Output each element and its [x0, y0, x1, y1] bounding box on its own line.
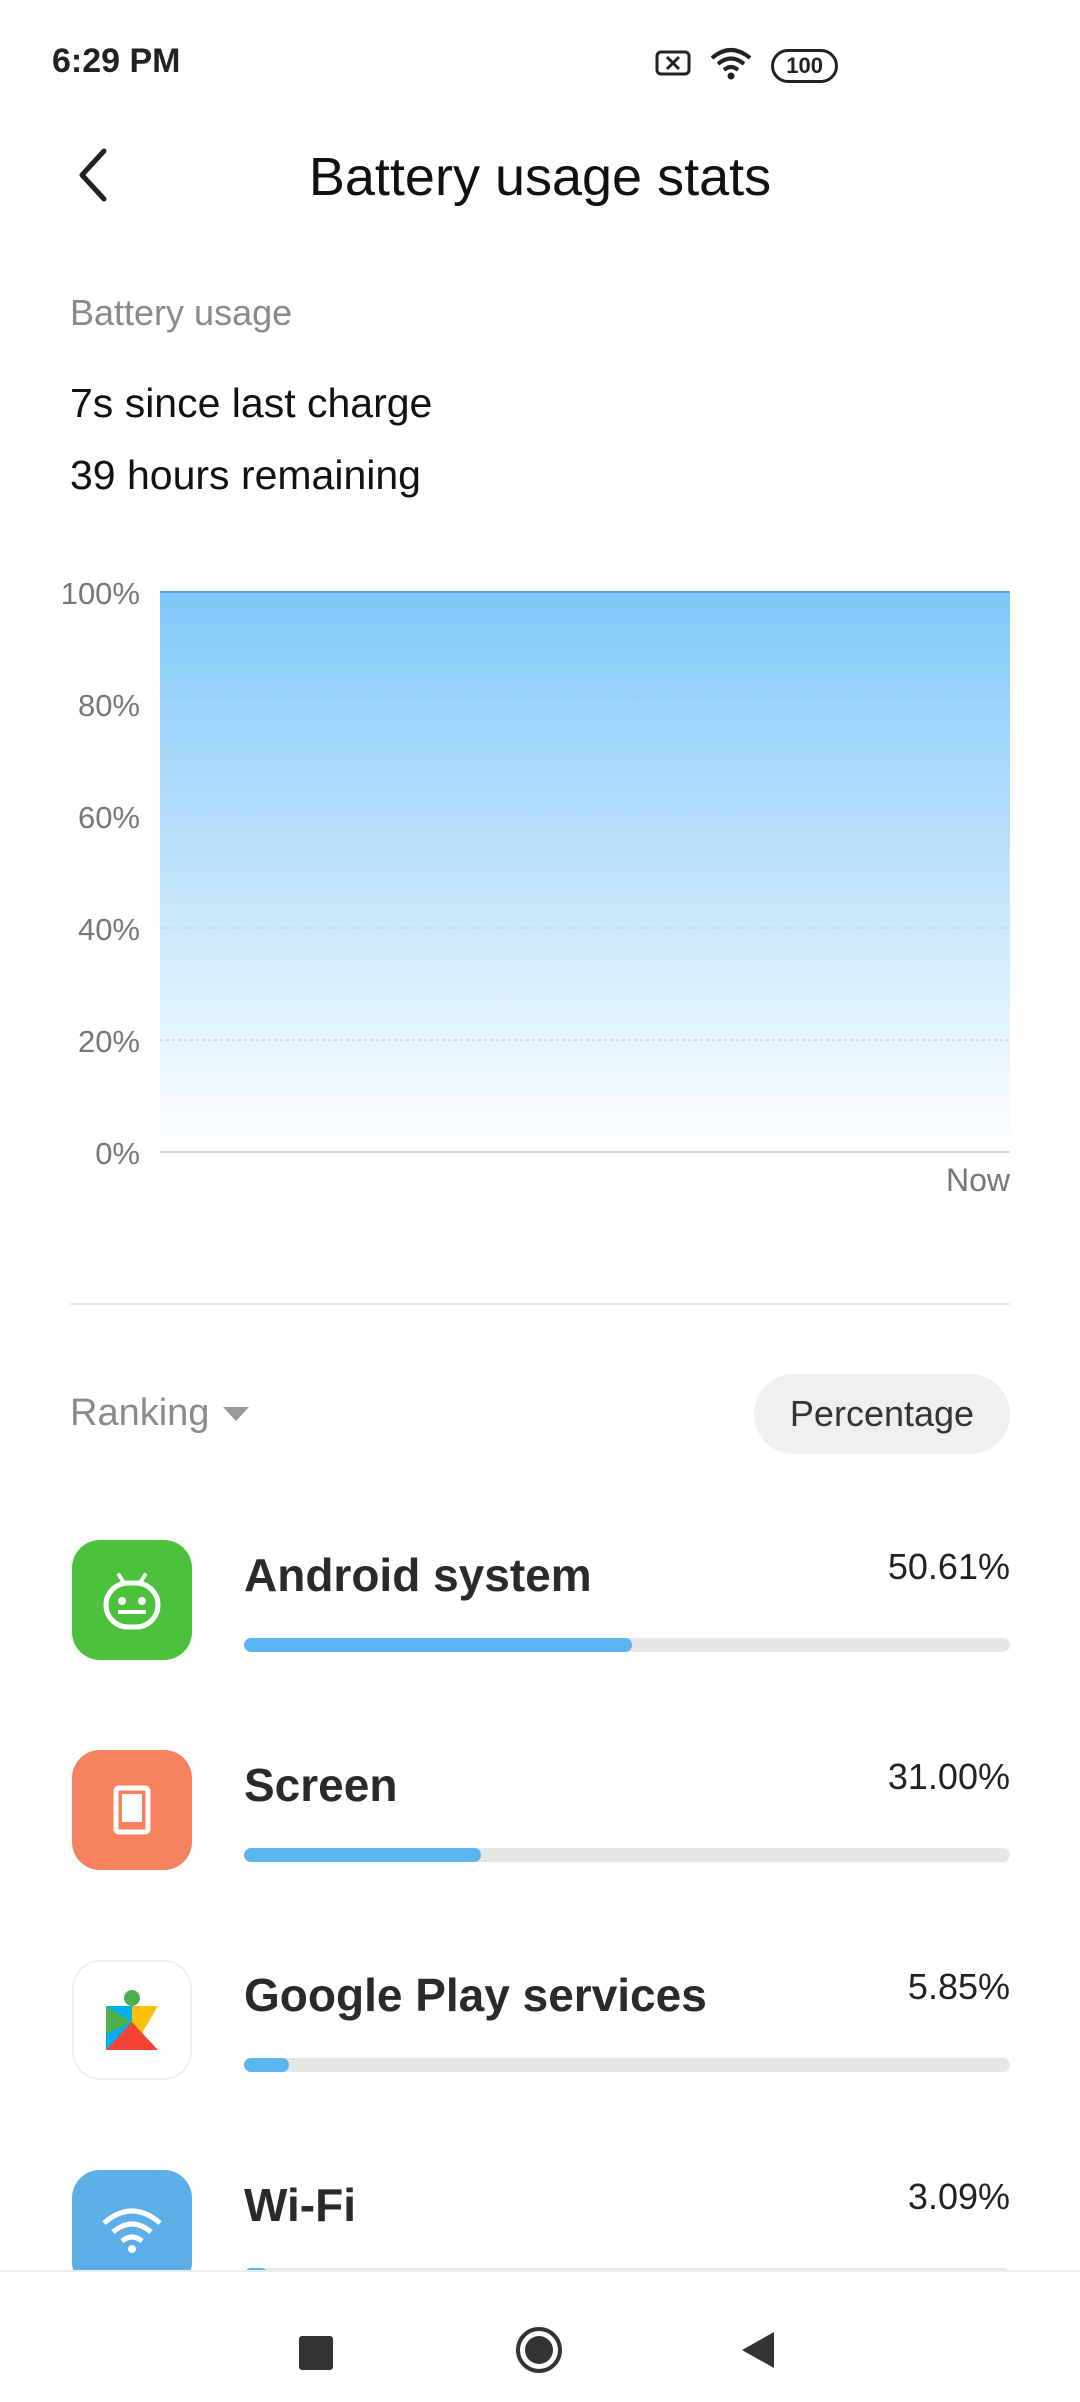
sim-blocked-icon — [655, 49, 691, 82]
battery-icon: 100 — [771, 48, 838, 83]
battery-usage-label: Battery usage — [70, 292, 293, 333]
app-percentage: 3.09% — [907, 2176, 1010, 2217]
battery-level-chart: 100% 80% 60% 40% 20% 0% — [61, 576, 1010, 1171]
chart-y-tick-label: 0% — [95, 1136, 140, 1171]
ranking-dropdown[interactable]: Ranking — [70, 1392, 250, 1435]
wifi-icon — [709, 46, 753, 85]
app-percentage: 5.85% — [907, 1966, 1010, 2007]
chart-y-tick-label: 100% — [61, 576, 140, 611]
app-percentage: 31.00% — [887, 1756, 1010, 1797]
app-name: Screen — [244, 1759, 398, 1811]
usage-bar — [244, 1848, 1010, 1862]
chart-y-tick-label: 40% — [78, 912, 140, 947]
android-icon — [72, 1540, 192, 1660]
percentage-toggle-button[interactable]: Percentage — [754, 1374, 1010, 1454]
status-icons: 100 — [655, 46, 838, 85]
usage-bar — [244, 2058, 1010, 2072]
app-row-screen[interactable]: Screen 31.00% — [0, 1750, 1080, 1910]
ranking-label: Ranking — [70, 1392, 210, 1434]
divider — [70, 1303, 1010, 1305]
app-name: Android system — [244, 1549, 592, 1601]
app-name: Wi-Fi — [244, 2179, 356, 2231]
usage-bar-fill — [244, 1848, 482, 1862]
chart-y-tick-label: 20% — [78, 1024, 140, 1059]
screen-icon — [72, 1750, 192, 1870]
chart-x-label-now: Now — [945, 1162, 1010, 1198]
usage-bar-fill — [244, 1638, 632, 1652]
percentage-toggle-label: Percentage — [789, 1393, 975, 1434]
app-row-google-play-services[interactable]: Google Play services 5.85% — [0, 1960, 1080, 2120]
since-last-charge: 7s since last charge — [70, 380, 433, 426]
system-nav-bar — [0, 2270, 1080, 2402]
chart-y-tick-label: 80% — [78, 688, 140, 723]
time-remaining: 39 hours remaining — [70, 452, 421, 498]
app-row-android-system[interactable]: Android system 50.61% — [0, 1540, 1080, 1700]
app-percentage: 50.61% — [887, 1546, 1010, 1587]
status-time: 6:29 PM — [52, 42, 181, 80]
chart-y-tick-label: 60% — [78, 800, 140, 835]
chart-area — [160, 592, 1010, 1152]
nav-back-button[interactable] — [740, 2330, 776, 2370]
home-button[interactable] — [515, 2326, 563, 2374]
recents-button[interactable] — [299, 2336, 333, 2370]
app-name: Google Play services — [244, 1969, 707, 2021]
usage-bar — [244, 1638, 1010, 1652]
usage-bar-fill — [244, 2058, 289, 2072]
google-play-services-icon — [72, 1960, 192, 2080]
page-title: Battery usage stats — [308, 147, 772, 207]
caret-down-icon — [223, 1406, 250, 1421]
